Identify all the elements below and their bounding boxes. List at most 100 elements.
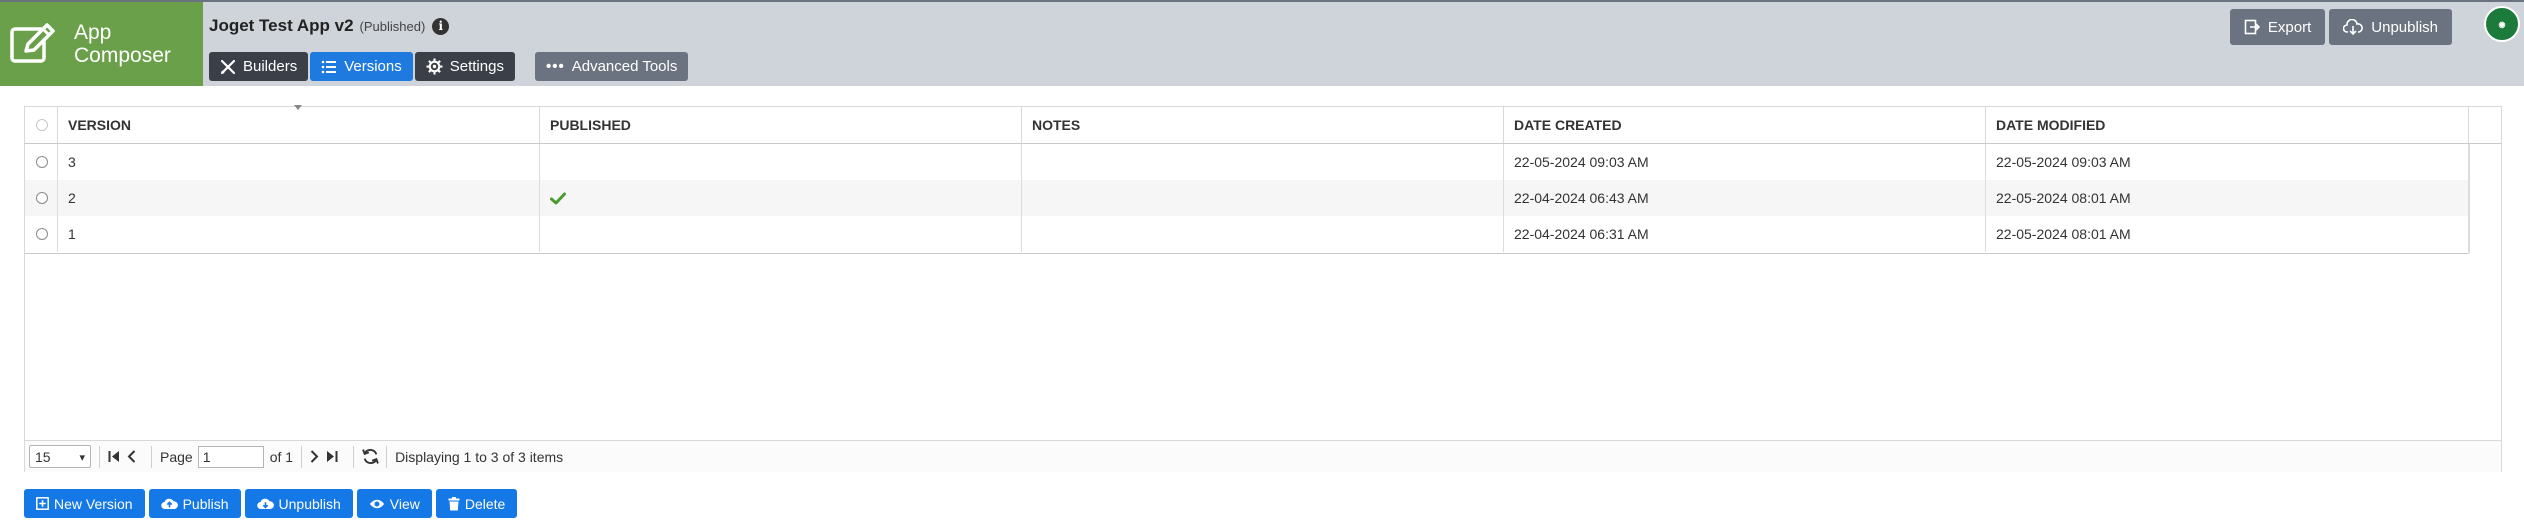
trash-icon [448,496,460,510]
page-total-label: of 1 [269,448,294,465]
table-row[interactable]: 3 22-05-2024 09:03 AM 22-05-2024 09:03 A… [25,144,2469,180]
export-icon [2244,19,2260,35]
cell-notes [1022,216,1504,252]
check-icon [550,192,566,204]
last-page-icon[interactable] [326,450,338,463]
table-row[interactable]: 2 22-04-2024 06:43 AM 22-05-2024 08:01 A… [25,180,2469,216]
page-size-select[interactable]: 15 ▾ [29,445,91,468]
tab-settings[interactable]: Settings [414,52,515,81]
info-icon[interactable]: i [432,17,450,35]
cell-version: 3 [58,144,540,180]
gear-icon [426,58,443,75]
cell-published [540,144,1022,180]
logo-text: App Composer [74,21,171,67]
cell-date-created: 22-04-2024 06:31 AM [1504,216,1986,252]
select-all-cell [25,107,58,143]
view-label: View [389,495,420,512]
eye-icon [369,499,384,508]
composer-tabs: Builders Versions Settings ••• Advanced … [209,52,689,81]
cloud-download-icon [256,498,274,510]
list-icon [321,60,337,73]
plus-square-icon [36,497,49,510]
pager-separator [386,445,388,468]
advanced-tools-button[interactable]: ••• Advanced Tools [534,52,689,81]
tab-versions[interactable]: Versions [310,52,413,81]
user-avatar[interactable]: ◉ [2484,6,2520,42]
col-notes-header[interactable]: NOTES [1022,107,1504,143]
cell-date-created: 22-04-2024 06:43 AM [1504,180,1986,216]
column-divider [2469,144,2470,253]
publish-button[interactable]: Publish [148,489,241,518]
page-size-value: 15 [35,448,51,465]
pagination-bar: 15 ▾ Page 1 of 1 Displaying 1 to 3 of 3 … [25,440,2501,472]
header-unpublish-label: Unpublish [2371,18,2438,36]
view-button[interactable]: View [356,489,432,518]
edit-icon [10,23,55,63]
tab-settings-label: Settings [449,58,504,75]
export-button[interactable]: Export [2229,9,2326,45]
pager-separator [151,445,152,468]
row-radio[interactable] [36,228,48,240]
unpublish-label: Unpublish [278,495,341,512]
export-label: Export [2267,18,2312,36]
new-version-button[interactable]: New Version [24,489,145,518]
row-radio[interactable] [36,156,48,168]
cloud-download-icon [2343,19,2364,35]
tools-icon [220,59,236,74]
row-select-cell [25,180,58,216]
tab-versions-label: Versions [344,58,402,75]
cell-published [540,180,1022,216]
logo-line2: Composer [74,44,171,67]
app-status: (Published) [359,18,426,34]
col-version-header[interactable]: VERSION [58,107,540,143]
ellipsis-icon: ••• [545,58,565,75]
header-actions: Export Unpublish [2226,9,2452,45]
cell-version: 1 [58,216,540,252]
cell-published [540,216,1022,252]
tab-builders[interactable]: Builders [209,52,309,81]
next-page-icon[interactable] [310,450,319,463]
rows-bottom-border [25,253,2469,254]
delete-label: Delete [464,495,506,512]
cell-date-modified: 22-05-2024 08:01 AM [1986,216,2469,252]
row-radio[interactable] [36,192,48,204]
cell-date-created: 22-05-2024 09:03 AM [1504,144,1986,180]
page-label: Page [160,448,193,465]
page-number-input[interactable]: 1 [197,445,264,468]
app-title: Joget Test App v2 [209,16,354,35]
advanced-tools-label: Advanced Tools [571,58,678,75]
version-actions: New Version Publish Unpublish View Delet… [24,489,521,518]
app-composer-logo[interactable]: App Composer [0,2,203,86]
prev-page-icon[interactable] [127,450,136,463]
cell-notes [1022,180,1504,216]
chevron-down-icon: ▾ [79,452,85,464]
pager-separator [353,445,355,468]
pager-separator [301,445,303,468]
cell-notes [1022,144,1504,180]
col-published-header[interactable]: PUBLISHED [540,107,1022,143]
sort-indicator-icon [294,105,302,110]
new-version-label: New Version [54,495,133,512]
logo-line1: App [74,21,112,44]
tab-builders-label: Builders [243,58,298,75]
select-all-radio[interactable] [36,119,48,131]
app-header: App Composer Joget Test App v2 (Publishe… [0,0,2524,86]
table-row[interactable]: 1 22-04-2024 06:31 AM 22-05-2024 08:01 A… [25,216,2469,252]
cell-date-modified: 22-05-2024 09:03 AM [1986,144,2469,180]
pager-display-text: Displaying 1 to 3 of 3 items [395,448,564,465]
first-page-icon[interactable] [108,450,120,463]
unpublish-button[interactable]: Unpublish [244,489,353,518]
header-unpublish-button[interactable]: Unpublish [2329,9,2452,45]
refresh-icon[interactable] [362,448,379,465]
app-title-row: Joget Test App v2 (Published) i [209,16,450,36]
cloud-upload-icon [160,498,178,510]
cell-date-modified: 22-05-2024 08:01 AM [1986,180,2469,216]
publish-label: Publish [182,495,229,512]
col-date-created-header[interactable]: DATE CREATED [1504,107,1986,143]
row-select-cell [25,216,58,252]
pager-separator [99,445,100,468]
table-header: VERSION PUBLISHED NOTES DATE CREATED DAT… [25,105,2501,144]
col-date-modified-header[interactable]: DATE MODIFIED [1986,107,2469,143]
delete-button[interactable]: Delete [435,489,518,518]
versions-table: VERSION PUBLISHED NOTES DATE CREATED DAT… [24,105,2502,472]
